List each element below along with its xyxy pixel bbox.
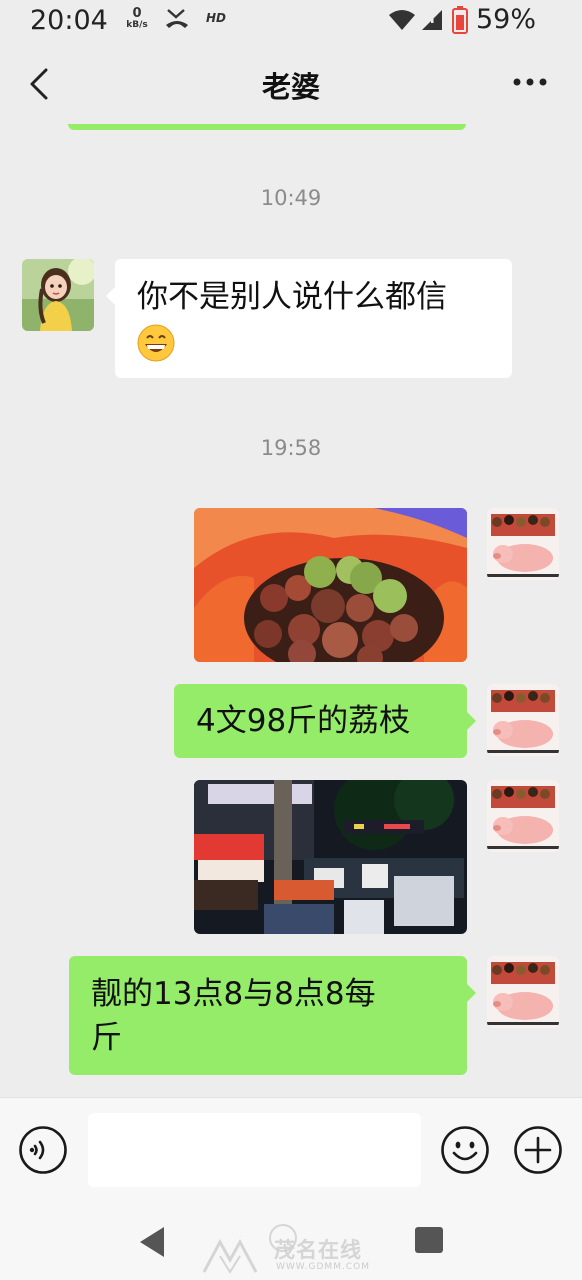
pig-avatar-icon <box>487 780 559 852</box>
message-input[interactable] <box>88 1113 421 1187</box>
hd-voice-label: HD <box>206 11 227 25</box>
watermark-logo-icon <box>202 1238 258 1274</box>
message-bubble-received[interactable]: 你不是别人说什么都信 <box>115 259 512 378</box>
watermark-brand: 茂名在线 <box>274 1238 362 1262</box>
chat-title: 老婆 <box>261 70 320 104</box>
message-bubble-sent[interactable]: 靓的13点8与8点8每 斤 <box>69 956 467 1075</box>
network-speed: 0 kB/s <box>124 7 150 30</box>
missed-call-icon <box>166 9 188 28</box>
girl-avatar-icon <box>22 259 94 331</box>
nav-back-icon[interactable] <box>138 1225 166 1259</box>
night-market-photo[interactable] <box>194 780 467 934</box>
grin-emoji-icon <box>137 324 175 362</box>
chat-header: 老婆 <box>0 42 582 122</box>
voice-input-icon[interactable] <box>18 1125 68 1175</box>
lychee-photo[interactable] <box>194 508 467 662</box>
message-text: 你不是别人说什么都信 <box>137 279 447 315</box>
pig-avatar-icon <box>487 956 559 1028</box>
watermark-url: WWW.GDMM.COM <box>276 1262 370 1272</box>
add-plus-icon[interactable] <box>513 1125 563 1175</box>
battery-percent: 59% <box>476 4 537 35</box>
bubble-tail <box>467 712 476 730</box>
bubble-tail <box>106 287 115 305</box>
network-speed-unit: kB/s <box>126 20 148 30</box>
emoji-icon[interactable] <box>440 1125 490 1175</box>
my-avatar[interactable] <box>487 684 559 756</box>
input-bar <box>0 1097 582 1198</box>
nav-recent-apps-icon[interactable] <box>415 1227 443 1253</box>
message-timestamp: 10:49 <box>260 186 322 210</box>
wifi-icon <box>389 10 415 30</box>
signal-icon <box>422 10 442 30</box>
my-avatar[interactable] <box>487 780 559 852</box>
message-text-line2: 斤 <box>91 1020 122 1056</box>
status-time: 20:04 <box>30 5 108 36</box>
my-avatar[interactable] <box>487 956 559 1028</box>
more-options-icon[interactable] <box>512 76 548 88</box>
bubble-tail <box>467 984 476 1002</box>
contact-avatar[interactable] <box>22 259 94 331</box>
battery-icon <box>452 6 468 34</box>
previous-message-bubble <box>68 124 466 130</box>
site-watermark: 茂名在线 WWW.GDMM.COM <box>196 1234 406 1278</box>
message-timestamp: 19:58 <box>260 436 322 460</box>
message-text: 4文98斤的荔枝 <box>196 703 411 739</box>
pig-avatar-icon <box>487 684 559 756</box>
message-bubble-sent[interactable]: 4文98斤的荔枝 <box>174 684 467 758</box>
message-text-line1: 靓的13点8与8点8每 <box>91 976 376 1012</box>
status-bar: 20:04 0 kB/s HD 59% <box>0 0 582 42</box>
network-speed-value: 0 <box>132 6 142 21</box>
pig-avatar-icon <box>487 508 559 580</box>
my-avatar[interactable] <box>487 508 559 580</box>
